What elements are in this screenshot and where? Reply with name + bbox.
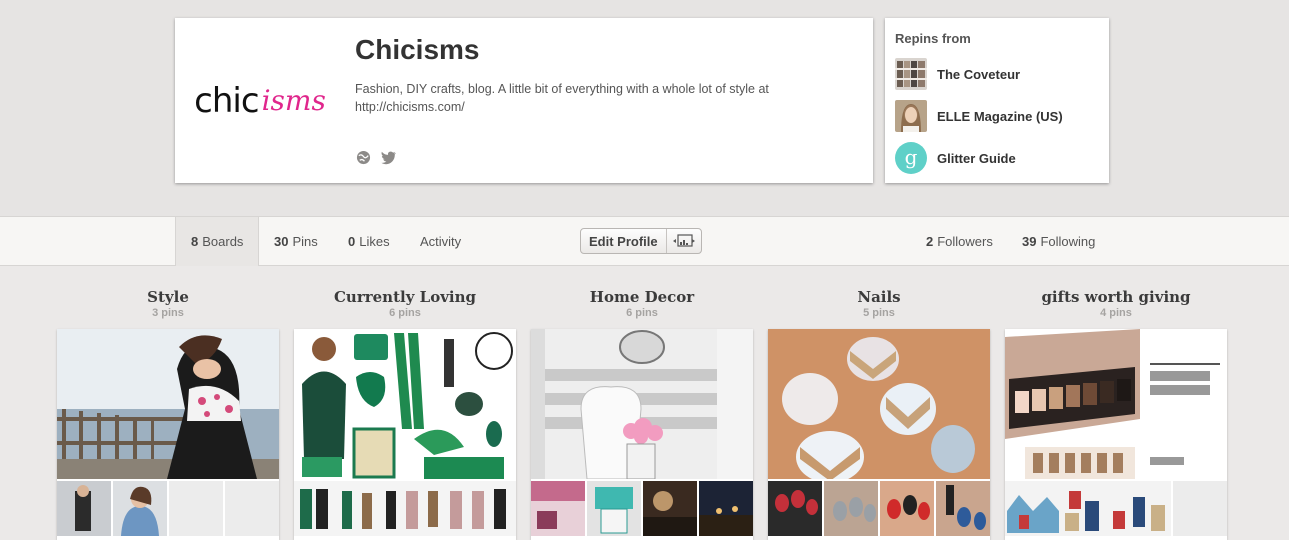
board-thumb xyxy=(531,481,585,536)
board-thumb xyxy=(113,481,167,536)
tab-activity[interactable]: Activity xyxy=(420,217,461,266)
board-cover-image xyxy=(294,329,516,479)
likes-count: 0 xyxy=(348,234,356,249)
edit-profile-group: Edit Profile xyxy=(580,228,702,254)
repin-source-coveteur[interactable]: The Coveteur xyxy=(895,58,1020,90)
board-title: Nails xyxy=(857,288,901,306)
repin-source-name: ELLE Magazine (US) xyxy=(937,108,1063,124)
board-cover[interactable] xyxy=(768,329,990,540)
board-style[interactable]: Style 3 pins xyxy=(57,288,279,540)
repin-source-elle[interactable]: ELLE Magazine (US) xyxy=(895,100,1063,132)
activity-label: Activity xyxy=(420,234,462,249)
glitter-guide-avatar: g xyxy=(895,142,927,174)
board-thumb xyxy=(57,481,111,536)
board-thumb xyxy=(643,481,697,536)
edit-profile-button[interactable]: Edit Profile xyxy=(581,229,667,253)
tab-pins[interactable]: 30 Pins xyxy=(274,217,318,266)
board-pin-count: 3 pins xyxy=(152,307,184,319)
pins-label: Pins xyxy=(292,234,318,249)
boards-label: Boards xyxy=(202,234,244,249)
board-thumb-empty xyxy=(225,481,279,536)
board-cover-image xyxy=(531,329,753,479)
board-currently-loving[interactable]: Currently Loving 6 pins xyxy=(294,288,516,540)
repin-source-glitter-guide[interactable]: g Glitter Guide xyxy=(895,142,1016,174)
board-title: Home Decor xyxy=(589,288,695,306)
repin-source-name: The Coveteur xyxy=(937,66,1021,82)
board-pin-count: 6 pins xyxy=(626,307,658,319)
board-thumb-empty xyxy=(169,481,223,536)
board-pin-count: 4 pins xyxy=(1100,307,1132,319)
board-cover-image xyxy=(768,329,990,479)
board-gifts-worth-giving[interactable]: gifts worth giving 4 pins xyxy=(1005,288,1227,540)
profile-links xyxy=(355,149,397,165)
repins-from-card: Repins from The Coveteur ELLE Magazine (… xyxy=(885,18,1109,183)
followers-count: 2 xyxy=(926,234,934,249)
profile-name: Chicisms xyxy=(355,34,480,65)
board-thumb xyxy=(936,481,990,536)
board-title: gifts worth giving xyxy=(1041,288,1191,306)
pins-count: 30 xyxy=(274,234,289,249)
board-title: Currently Loving xyxy=(333,288,477,306)
board-thumb xyxy=(699,481,753,536)
board-cover[interactable] xyxy=(1005,329,1227,540)
board-pin-count: 6 pins xyxy=(389,307,421,319)
board-thumb xyxy=(768,481,822,536)
coveteur-avatar xyxy=(895,58,927,90)
board-cover-image xyxy=(57,329,279,479)
following-label: Following xyxy=(1040,234,1096,249)
board-thumb-strip xyxy=(1005,481,1171,536)
board-cover-image xyxy=(1005,329,1227,479)
svg-text:g: g xyxy=(905,145,918,169)
tab-likes[interactable]: 0 Likes xyxy=(348,217,390,266)
following-count: 39 xyxy=(1022,234,1037,249)
profile-card: chic isms Chicisms Fashion, DIY crafts, b… xyxy=(175,18,873,183)
profile-nav-bar: 8 Boards 30 Pins 0 Likes Activity Edit Prof… xyxy=(0,216,1289,266)
followers-label: Followers xyxy=(937,234,993,249)
followers-link[interactable]: 2 Followers xyxy=(926,217,993,266)
logo-main-text: chic xyxy=(194,80,259,121)
board-pin-count: 5 pins xyxy=(863,307,895,319)
board-thumb-strip xyxy=(294,481,516,536)
board-thumb xyxy=(824,481,878,536)
board-nails[interactable]: Nails 5 pins xyxy=(768,288,990,540)
board-title: Style xyxy=(147,288,189,306)
likes-label: Likes xyxy=(359,234,390,249)
profile-avatar-logo[interactable]: chic isms xyxy=(175,18,345,183)
board-thumb xyxy=(587,481,641,536)
board-cover[interactable] xyxy=(294,329,516,540)
boards-count: 8 xyxy=(191,234,199,249)
board-cover[interactable] xyxy=(531,329,753,540)
twitter-bird-icon[interactable] xyxy=(381,149,397,165)
tab-boards[interactable]: 8 Boards xyxy=(175,217,260,266)
following-link[interactable]: 39 Following xyxy=(1022,217,1095,266)
board-home-decor[interactable]: Home Decor 6 pins xyxy=(531,288,753,540)
profile-cover-icon[interactable] xyxy=(667,229,701,253)
profile-bio: Fashion, DIY crafts, blog. A little bit … xyxy=(355,82,769,114)
repins-title: Repins from xyxy=(895,31,971,46)
board-thumb xyxy=(880,481,934,536)
board-cover[interactable] xyxy=(57,329,279,540)
globe-icon[interactable] xyxy=(355,149,371,165)
elle-avatar xyxy=(895,100,927,132)
board-thumb-empty xyxy=(1173,481,1227,536)
logo-accent-text: isms xyxy=(261,84,326,117)
repin-source-name: Glitter Guide xyxy=(937,150,1016,166)
